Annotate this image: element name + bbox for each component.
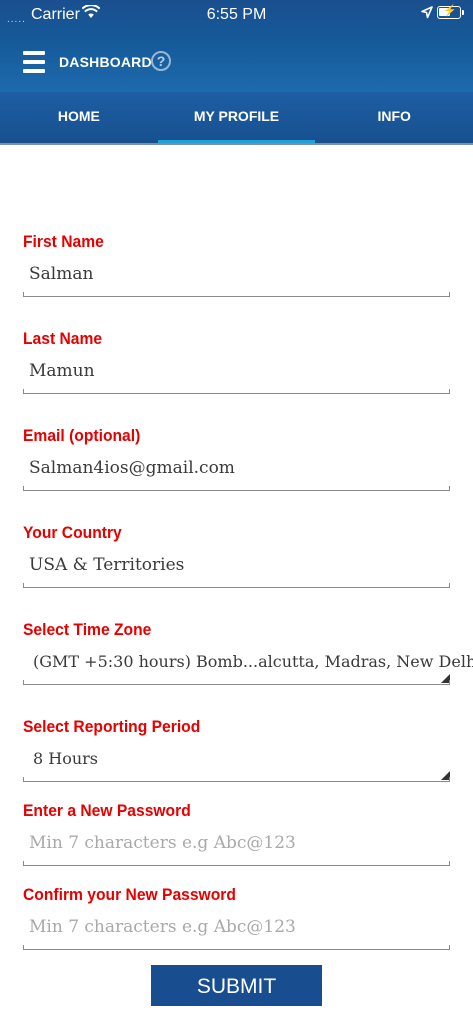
reporting-period-label: Select Reporting Period [23, 717, 201, 736]
tab-info[interactable]: INFO [315, 92, 473, 143]
reporting-period-field: Select Reporting Period 8 Hours [23, 717, 450, 801]
submit-button[interactable]: SUBMIT [151, 965, 322, 1006]
new-password-label: Enter a New Password [23, 801, 191, 820]
page-title: DASHBOARD [59, 54, 152, 70]
first-name-label: First Name [23, 232, 104, 251]
battery-charging-icon: ⚡ [437, 5, 464, 19]
confirm-password-label: Confirm your New Password [23, 885, 236, 904]
time-zone-select[interactable]: (GMT +5:30 hours) Bomb...alcutta, Madras… [33, 652, 473, 671]
new-password-field: Enter a New Password Min 7 characters e.… [23, 801, 450, 885]
hamburger-menu-icon[interactable] [23, 51, 45, 73]
first-name-field: First Name Salman [23, 232, 450, 329]
status-time: 6:55 PM [206, 6, 267, 23]
location-arrow-icon [421, 6, 433, 19]
country-input[interactable]: USA & Territories [29, 555, 184, 575]
question-circle-icon[interactable]: ? [151, 51, 171, 71]
email-input[interactable]: Salman4ios@gmail.com [29, 458, 235, 478]
time-zone-field: Select Time Zone (GMT +5:30 hours) Bomb.… [23, 620, 473, 717]
status-bar: ..... Carrier 6:55 PM ⚡ [0, 0, 473, 30]
tab-bar: HOME MY PROFILE INFO [0, 92, 473, 143]
tab-divider [0, 143, 473, 145]
first-name-input[interactable]: Salman [29, 264, 93, 284]
country-label: Your Country [23, 523, 122, 542]
tab-my-profile[interactable]: MY PROFILE [157, 92, 316, 143]
last-name-input[interactable]: Mamun [29, 361, 95, 381]
email-field: Email (optional) Salman4ios@gmail.com [23, 426, 450, 523]
new-password-input[interactable]: Min 7 characters e.g Abc@123 [29, 833, 296, 853]
country-field: Your Country USA & Territories [23, 523, 450, 620]
confirm-password-field: Confirm your New Password Min 7 characte… [23, 885, 450, 969]
app-header: ..... Carrier 6:55 PM ⚡ DASHBOARD ? [0, 0, 473, 92]
email-label: Email (optional) [23, 426, 141, 445]
profile-form: First Name Salman Last Name Mamun Email … [23, 232, 473, 969]
reporting-period-select[interactable]: 8 Hours [33, 749, 98, 768]
last-name-field: Last Name Mamun [23, 329, 450, 426]
last-name-label: Last Name [23, 329, 103, 348]
tab-home[interactable]: HOME [0, 92, 158, 143]
time-zone-label: Select Time Zone [23, 620, 152, 639]
confirm-password-input[interactable]: Min 7 characters e.g Abc@123 [29, 917, 296, 937]
